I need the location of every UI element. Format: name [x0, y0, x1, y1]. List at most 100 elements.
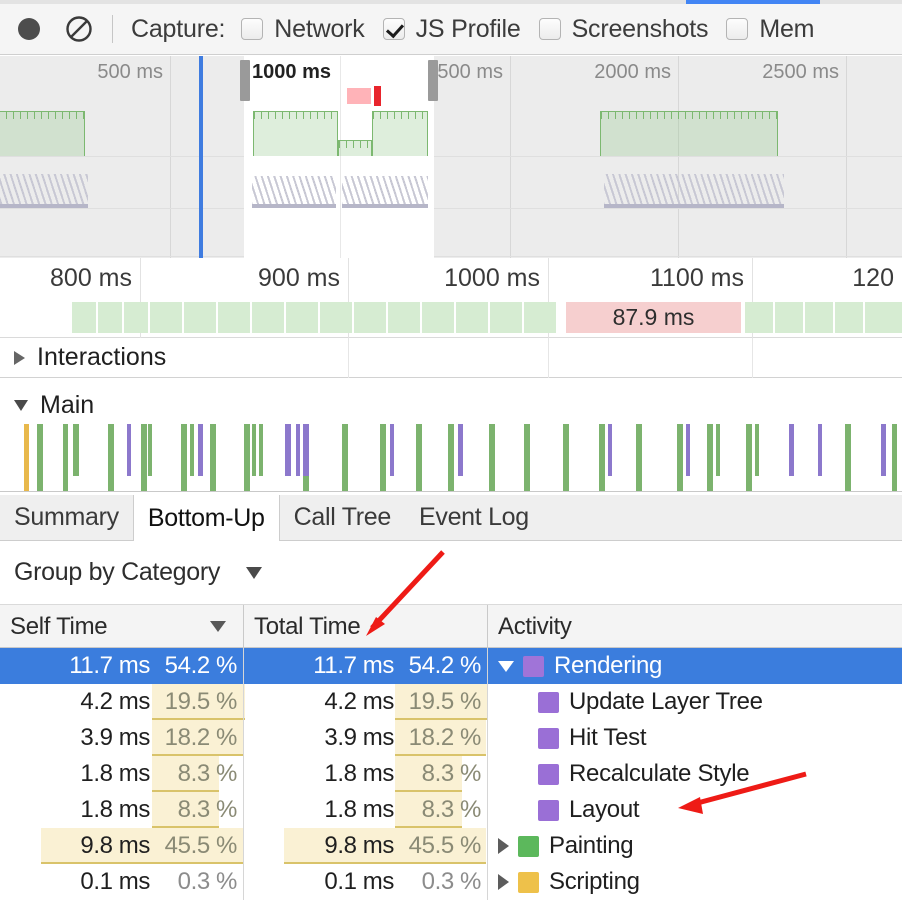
details-tabbar: Summary Bottom-Up Call Tree Event Log [0, 495, 902, 541]
cell-divider [487, 864, 488, 900]
frame-block[interactable] [745, 302, 773, 333]
ruler-tick-label: 1100 ms [649, 264, 744, 292]
frame-block[interactable] [150, 302, 182, 333]
frame-block[interactable] [422, 302, 454, 333]
frame-block[interactable] [124, 302, 148, 333]
tab-summary-label: Summary [14, 503, 119, 531]
frame-block[interactable] [218, 302, 250, 333]
bottom-up-table: Self Time Total Time Activity 11.7 ms 54… [0, 605, 902, 902]
frame-block[interactable] [524, 302, 556, 333]
table-row[interactable]: 0.1 ms 0.3 % 0.1 ms 0.3 % Scripting [0, 864, 902, 900]
table-row[interactable]: 9.8 ms 45.5 % 9.8 ms 45.5 % Painting [0, 828, 902, 864]
cell-total-time: 11.7 ms [313, 652, 394, 679]
column-header-total-time[interactable]: Total Time [244, 605, 487, 648]
tab-event-log[interactable]: Event Log [405, 495, 543, 540]
cell-total-time: 9.8 ms [324, 832, 394, 859]
timeline-overview[interactable]: 500 ms 1000 ms 500 ms 2000 ms 2500 ms [0, 56, 902, 258]
cell-activity: Scripting [498, 864, 898, 900]
frame-block[interactable] [805, 302, 833, 333]
tab-call-tree[interactable]: Call Tree [280, 495, 405, 540]
frame-block[interactable] [865, 302, 902, 333]
cell-divider [487, 648, 488, 684]
tab-summary[interactable]: Summary [0, 495, 133, 540]
expander-down-icon[interactable] [498, 660, 514, 672]
frame-block[interactable] [490, 302, 522, 333]
main-flame-chart[interactable] [0, 424, 902, 492]
frame-block[interactable] [252, 302, 284, 333]
ruler-tick-label: 900 ms [258, 264, 340, 292]
long-frame-block[interactable]: 87.9 ms [566, 302, 741, 333]
chevron-down-icon[interactable] [246, 566, 263, 579]
overview-tick-label: 2000 ms [594, 61, 671, 83]
track-main-label: Main [40, 390, 95, 419]
selection-handle-left[interactable] [240, 60, 250, 101]
group-by-select[interactable]: Group by Category [14, 558, 220, 587]
group-by-bar: Group by Category [0, 541, 902, 605]
capture-option-network[interactable]: Network [241, 15, 365, 44]
capture-option-js-profile[interactable]: JS Profile [382, 15, 521, 44]
table-row[interactable]: 1.8 ms 8.3 % 1.8 ms 8.3 % Layout [0, 792, 902, 828]
record-circle-icon[interactable] [18, 18, 40, 40]
cell-total-time: 3.9 ms [324, 724, 394, 751]
cell-self-time: 11.7 ms [69, 652, 150, 679]
frame-block[interactable] [98, 302, 122, 333]
timeline-ruler: 800 ms 900 ms 1000 ms 1100 ms 120 87.9 m… [0, 258, 902, 338]
overview-frames-band [600, 111, 778, 156]
frame-block[interactable] [354, 302, 386, 333]
network-checkbox[interactable] [241, 18, 264, 40]
screenshots-checkbox[interactable] [538, 18, 561, 40]
sort-descending-icon[interactable] [210, 621, 226, 632]
cell-divider [487, 792, 488, 828]
column-header-self-time[interactable]: Self Time [0, 605, 243, 648]
memory-checkbox[interactable] [726, 18, 749, 40]
capture-option-screenshots[interactable]: Screenshots [538, 15, 709, 44]
activity-label: Hit Test [569, 724, 647, 751]
cell-activity: Painting [498, 828, 898, 864]
frame-block[interactable] [286, 302, 318, 333]
overview-divider [0, 156, 902, 157]
cell-self-time: 4.2 ms [80, 688, 150, 715]
frame-block[interactable] [184, 302, 216, 333]
track-interactions[interactable]: Interactions [0, 338, 902, 378]
tab-event-log-label: Event Log [419, 503, 529, 531]
column-header-activity[interactable]: Activity [488, 605, 902, 648]
tab-bottom-up[interactable]: Bottom-Up [132, 495, 280, 541]
track-main[interactable]: Main [0, 385, 902, 425]
frame-block[interactable] [456, 302, 488, 333]
overview-playhead[interactable] [199, 56, 203, 258]
table-row[interactable]: 4.2 ms 19.5 % 4.2 ms 19.5 % Update Layer… [0, 684, 902, 720]
category-swatch-scripting [518, 871, 539, 893]
frames-strip: 87.9 ms [0, 302, 902, 333]
activity-label: Scripting [549, 868, 640, 895]
table-row[interactable]: 1.8 ms 8.3 % 1.8 ms 8.3 % Recalculate St… [0, 756, 902, 792]
table-row[interactable]: 11.7 ms 54.2 % 11.7 ms 54.2 % Rendering [0, 648, 902, 684]
capture-option-memory[interactable]: Mem [726, 15, 815, 44]
cell-self-pct: 18.2 % [164, 724, 238, 751]
clear-prohibited-icon[interactable] [64, 14, 94, 44]
expander-right-icon[interactable] [498, 874, 509, 890]
chevron-right-icon[interactable] [14, 350, 25, 365]
frame-block[interactable] [775, 302, 803, 333]
category-swatch-rendering [538, 691, 559, 713]
js-profile-checkbox[interactable] [382, 18, 405, 40]
overview-gridline [678, 56, 679, 258]
frame-block[interactable] [72, 302, 96, 333]
category-swatch-rendering [523, 655, 544, 677]
chevron-down-icon[interactable] [14, 399, 28, 411]
cell-activity: Update Layer Tree [538, 684, 898, 720]
column-header-total-time-label: Total Time [254, 612, 361, 640]
frame-block[interactable] [835, 302, 863, 333]
cell-self-time: 1.8 ms [80, 760, 150, 787]
cell-activity: Rendering [498, 648, 898, 684]
frame-block[interactable] [388, 302, 420, 333]
overview-selection-window[interactable] [244, 56, 434, 258]
frame-block[interactable] [320, 302, 352, 333]
overview-network-band [604, 174, 784, 208]
cell-self-time: 0.1 ms [80, 868, 150, 895]
cell-self-pct: 54.2 % [164, 652, 238, 679]
table-row[interactable]: 3.9 ms 18.2 % 3.9 ms 18.2 % Hit Test [0, 720, 902, 756]
track-interactions-label: Interactions [37, 343, 167, 371]
overview-divider [0, 208, 902, 209]
activity-label: Rendering [554, 652, 663, 679]
expander-right-icon[interactable] [498, 838, 509, 854]
